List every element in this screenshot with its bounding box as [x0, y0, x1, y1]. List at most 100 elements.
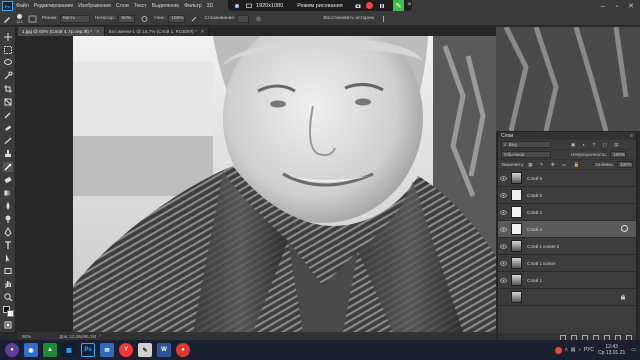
layer-thumbnail[interactable] — [511, 257, 522, 269]
marquee-tool-icon[interactable] — [3, 45, 13, 55]
visibility-eye-icon[interactable] — [498, 277, 508, 283]
record-button[interactable] — [365, 2, 373, 9]
layer-name[interactable]: Слой 2 — [527, 210, 542, 215]
maximize-button[interactable]: ▫ — [610, 0, 624, 12]
monitor-icon[interactable] — [246, 3, 252, 9]
visibility-eye-icon[interactable] — [498, 192, 508, 198]
layer-name[interactable]: Слой 1 копия 2 — [527, 244, 559, 249]
chevron-right-icon[interactable]: › — [99, 333, 101, 339]
close-tab-icon[interactable]: ✕ — [201, 29, 205, 35]
background-color-swatch[interactable] — [7, 310, 14, 317]
volume-icon[interactable]: ♪ — [579, 347, 582, 353]
history-brush-tool-icon[interactable] — [3, 162, 13, 172]
filter-kind-select[interactable]: ⌕ Вид — [501, 141, 551, 148]
eyedropper-tool-icon[interactable] — [3, 110, 13, 120]
menu-type[interactable]: Текст — [134, 3, 147, 9]
layer-name[interactable]: Слой 5 — [527, 193, 542, 198]
app-icon-blue-grid[interactable]: ▦ — [62, 343, 76, 357]
layer-row[interactable]: Слой 5 — [498, 187, 636, 204]
pen-tool-icon[interactable] — [3, 227, 13, 237]
zoom-tool-icon[interactable] — [3, 292, 13, 302]
blend-mode-select[interactable]: Обычные — [501, 151, 551, 158]
word-icon[interactable]: W — [157, 343, 171, 357]
brush-settings-icon[interactable] — [28, 15, 37, 23]
notifications-icon[interactable]: ▭ — [631, 347, 636, 353]
canvas-area[interactable] — [18, 36, 496, 332]
move-tool-icon[interactable] — [3, 32, 13, 42]
app-icon-purple[interactable]: ● — [5, 343, 19, 357]
fill-field[interactable]: 100% — [617, 161, 633, 168]
crop-tool-icon[interactable] — [3, 84, 13, 94]
pause-icon[interactable] — [379, 3, 385, 9]
layer-name[interactable]: Слой 1 — [527, 278, 542, 283]
recorder-mode[interactable]: Режим рисования — [297, 3, 343, 9]
menu-3d[interactable]: 3D — [207, 3, 214, 9]
filter-icons[interactable]: ▣ ◐ T ▢ ▤ — [571, 142, 622, 148]
chevron-up-icon[interactable]: ˄ — [565, 347, 568, 353]
recorder-close-icon[interactable]: ✕ — [407, 1, 412, 8]
layer-thumbnail[interactable] — [511, 240, 522, 252]
flow-field[interactable]: 100% — [168, 14, 186, 23]
mode-select[interactable]: Кисть — [59, 14, 90, 23]
menu-edit[interactable]: Редактирование — [34, 3, 74, 9]
menu-file[interactable]: Файл — [16, 3, 29, 9]
menu-layers[interactable]: Слои — [116, 3, 129, 9]
clock[interactable]: 12:43 Ср 13.01.21 — [598, 344, 625, 356]
camera-icon[interactable] — [355, 3, 361, 9]
type-tool-icon[interactable] — [3, 240, 13, 250]
rectangle-tool-icon[interactable] — [3, 266, 13, 276]
layer-thumbnail[interactable] — [511, 291, 522, 303]
network-icon[interactable]: ▤ — [571, 347, 576, 353]
menu-filter[interactable]: Фильтр — [184, 3, 201, 9]
layer-row[interactable]: Слой 6 — [498, 170, 636, 187]
panel-menu-icon[interactable]: ≡ — [630, 133, 633, 139]
app-icon-green[interactable]: ▲ — [43, 343, 57, 357]
layer-style-badge-icon[interactable] — [621, 225, 628, 232]
visibility-eye-icon[interactable] — [498, 260, 508, 266]
layer-name[interactable]: Слой 6 — [527, 176, 542, 181]
visibility-eye-icon[interactable] — [498, 209, 508, 215]
visibility-eye-icon[interactable] — [498, 226, 508, 232]
zoom-level[interactable]: 50% — [22, 334, 31, 339]
layer-name[interactable]: Слой 4 — [527, 227, 542, 232]
layer-row[interactable] — [498, 289, 636, 306]
photoshop-taskbar-icon[interactable]: Ps — [81, 343, 95, 357]
layer-row[interactable]: Слой 2 — [498, 204, 636, 221]
language-indicator[interactable]: РУС — [584, 347, 594, 353]
path-selection-tool-icon[interactable] — [3, 253, 13, 263]
pin-icon[interactable] — [234, 3, 240, 9]
angle-icon[interactable] — [254, 15, 263, 23]
app-icon-blue-circle[interactable]: ◉ — [24, 343, 38, 357]
tab-document-untitled[interactable]: Без имени-1 @ 16,7% (Слой 1, RGB/8#) * ✕ — [104, 27, 210, 36]
lasso-tool-icon[interactable] — [3, 58, 13, 68]
recorder-resolution[interactable]: 1920x1080 — [256, 3, 283, 9]
quick-selection-tool-icon[interactable] — [3, 71, 13, 81]
layer-thumbnail[interactable] — [511, 206, 522, 218]
record-app-icon[interactable]: ● — [176, 343, 190, 357]
gradient-tool-icon[interactable] — [3, 188, 13, 198]
minimize-button[interactable]: – — [596, 0, 610, 12]
visibility-eye-icon[interactable] — [498, 243, 508, 249]
smoothing-field[interactable] — [237, 14, 250, 23]
yandex-browser-icon[interactable]: Y — [119, 343, 133, 357]
history-brush-tool-icon[interactable] — [3, 15, 12, 23]
visibility-eye-icon[interactable] — [498, 175, 508, 181]
layer-thumbnail[interactable] — [511, 223, 522, 235]
menu-select[interactable]: Выделение — [152, 3, 180, 9]
menu-image[interactable]: Изображение — [78, 3, 111, 9]
healing-brush-tool-icon[interactable] — [3, 123, 13, 133]
close-tab-icon[interactable]: ✕ — [96, 29, 100, 35]
eraser-tool-icon[interactable] — [3, 175, 13, 185]
layer-name[interactable]: Слой 1 копия — [527, 261, 555, 266]
frame-tool-icon[interactable] — [3, 97, 13, 107]
layer-row[interactable]: Слой 1 копия 2 — [498, 238, 636, 255]
dodge-tool-icon[interactable] — [3, 214, 13, 224]
clone-stamp-tool-icon[interactable] — [3, 149, 13, 159]
blur-tool-icon[interactable] — [3, 201, 13, 211]
quick-mask-icon[interactable] — [3, 320, 13, 330]
document-photo[interactable] — [73, 36, 496, 332]
opacity-field[interactable]: 50% — [118, 14, 136, 23]
layer-thumbnail[interactable] — [511, 172, 522, 184]
layer-row[interactable]: Слой 1 — [498, 272, 636, 289]
recording-indicator-icon[interactable] — [554, 346, 562, 354]
